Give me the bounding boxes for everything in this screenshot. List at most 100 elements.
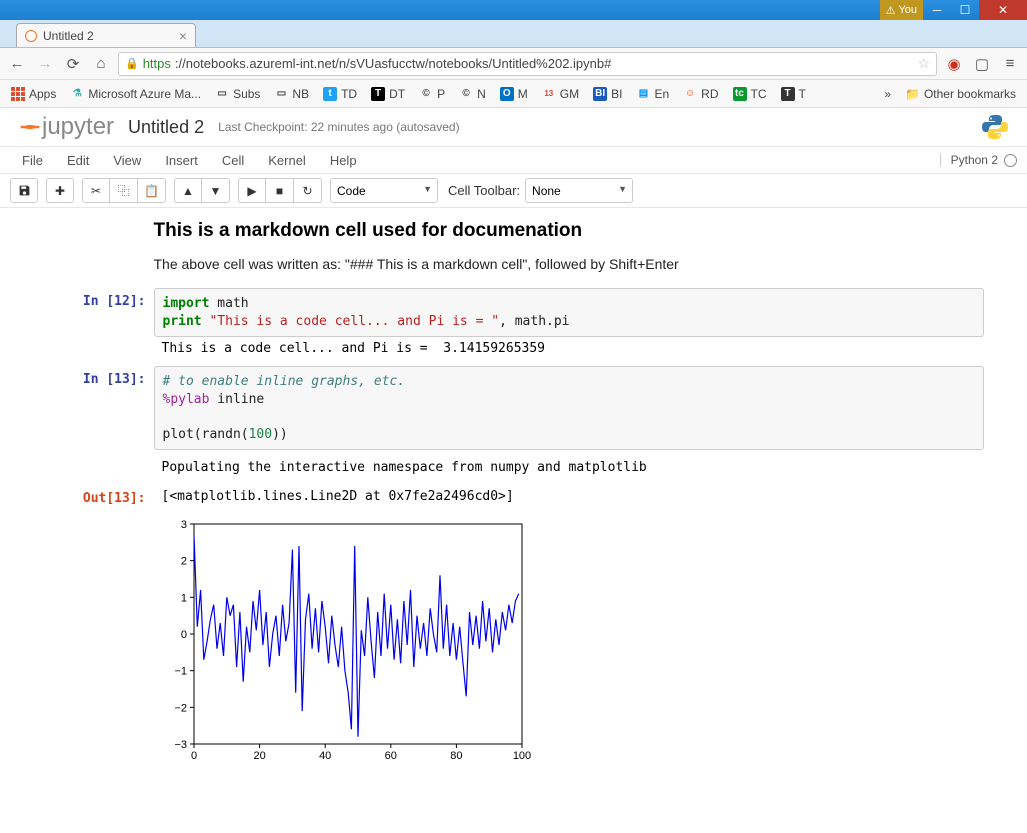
tc-icon: tc (733, 87, 747, 101)
bm-label: M (518, 87, 528, 101)
bookmark-item[interactable]: tTD (318, 84, 362, 104)
notebook-scroll-area[interactable]: This is a markdown cell used for documen… (0, 208, 1027, 833)
bookmark-item[interactable]: BIBI (588, 84, 627, 104)
twitter-icon: t (323, 87, 337, 101)
tab-close-button[interactable]: × (179, 28, 187, 44)
code-cell[interactable]: In [12]: import math print "This is a co… (44, 288, 984, 360)
warning-icon: ⚠ (886, 4, 896, 17)
bookmark-item[interactable]: ▭NB (269, 84, 314, 104)
cast-icon[interactable]: ▢ (971, 53, 993, 75)
bookmark-item[interactable]: TDT (366, 84, 410, 104)
bookmark-item[interactable]: ⚗Microsoft Azure Ma... (65, 84, 206, 104)
back-button[interactable]: ← (6, 53, 28, 75)
menu-cell[interactable]: Cell (210, 149, 256, 172)
reddit-icon: ☺ (683, 87, 697, 101)
window-minimize-button[interactable]: ─ (923, 0, 951, 20)
svg-text:−3: −3 (174, 739, 187, 751)
in-prompt: In [13]: (44, 366, 154, 450)
jupyter-favicon (25, 30, 37, 42)
checkpoint-text: Last Checkpoint: 22 minutes ago (autosav… (218, 120, 459, 134)
page-icon: ▭ (215, 87, 229, 101)
bm-label: BI (611, 87, 622, 101)
code-input[interactable]: # to enable inline graphs, etc. %pylab i… (154, 366, 984, 450)
browser-tab-strip: Untitled 2 × (0, 20, 1027, 48)
insert-cell-button[interactable]: ✚ (46, 178, 74, 203)
bookmark-overflow[interactable]: » (879, 84, 896, 104)
bookmark-item[interactable]: ▭Subs (210, 84, 265, 104)
apps-button[interactable]: Apps (6, 84, 61, 104)
home-button[interactable]: ⌂ (90, 53, 112, 75)
output-row: −3−2−10123020406080100 (44, 514, 984, 772)
move-up-button[interactable]: ▲ (174, 178, 202, 203)
bm-label: N (477, 87, 486, 101)
user-badge-label: You (898, 4, 917, 16)
code-text: inline (209, 392, 264, 407)
kw: print (163, 314, 202, 329)
reload-button[interactable]: ⟳ (62, 53, 84, 75)
prompt (44, 220, 154, 282)
window-maximize-button[interactable]: ☐ (951, 0, 979, 20)
bookmark-item[interactable]: 13GM (537, 84, 584, 104)
en-icon: ▤ (636, 87, 650, 101)
bookmark-star-icon[interactable]: ☆ (917, 55, 930, 72)
svg-text:1: 1 (180, 593, 186, 605)
adblock-icon[interactable]: ◉ (943, 53, 965, 75)
code-text: , math.pi (499, 314, 569, 329)
svg-text:−2: −2 (174, 703, 187, 715)
menu-view[interactable]: View (101, 149, 153, 172)
notebook-title[interactable]: Untitled 2 (128, 117, 204, 138)
cut-button[interactable]: ✂ (82, 178, 110, 203)
url-input[interactable]: 🔒 https://notebooks.azureml-int.net/n/sV… (118, 52, 937, 76)
bookmark-item[interactable]: tcTC (728, 84, 772, 104)
code-cell[interactable]: In [13]: # to enable inline graphs, etc.… (44, 366, 984, 450)
bookmark-bar: Apps ⚗Microsoft Azure Ma... ▭Subs ▭NB tT… (0, 80, 1027, 108)
bookmark-item[interactable]: OM (495, 84, 533, 104)
jupyter-logo-text: jupyter (42, 113, 114, 141)
kernel-name: Python 2 (951, 153, 998, 167)
copy-button[interactable]: ⿻ (110, 178, 138, 203)
menu-edit[interactable]: Edit (55, 149, 101, 172)
move-down-button[interactable]: ▼ (202, 178, 230, 203)
interrupt-button[interactable]: ■ (266, 178, 294, 203)
stdout-output: Populating the interactive namespace fro… (154, 456, 984, 479)
url-scheme: https (143, 56, 171, 71)
bookmark-item[interactable]: ©P (414, 84, 450, 104)
code-text: plot(randn( (163, 427, 249, 442)
cell-toolbar-label: Cell Toolbar: (448, 183, 520, 198)
svg-text:80: 80 (450, 750, 462, 762)
chrome-menu-button[interactable]: ≡ (999, 53, 1021, 75)
prompt (44, 456, 154, 479)
cell-toolbar-select[interactable]: None (525, 178, 633, 203)
bookmark-item[interactable]: ▤En (631, 84, 674, 104)
svg-text:20: 20 (253, 750, 265, 762)
overflow-icon: » (884, 87, 891, 101)
save-button[interactable] (10, 178, 38, 203)
restart-button[interactable]: ↻ (294, 178, 322, 203)
menu-file[interactable]: File (10, 149, 55, 172)
menu-kernel[interactable]: Kernel (256, 149, 318, 172)
run-button[interactable]: ▶ (238, 178, 266, 203)
chrome-user-badge[interactable]: ⚠You (880, 0, 923, 20)
code-input[interactable]: import math print "This is a code cell..… (154, 288, 984, 337)
line-chart: −3−2−10123020406080100 (154, 514, 534, 769)
bm-label: NB (292, 87, 309, 101)
markdown-cell[interactable]: This is a markdown cell used for documen… (44, 220, 984, 282)
bookmark-item[interactable]: ☺RD (678, 84, 723, 104)
window-titlebar: ⚠You ─ ☐ ✕ (0, 0, 1027, 20)
bookmark-item[interactable]: TT (776, 84, 811, 104)
menu-insert[interactable]: Insert (153, 149, 210, 172)
jupyter-logo[interactable]: jupyter (18, 113, 114, 141)
browser-tab[interactable]: Untitled 2 × (16, 23, 196, 47)
bm-label: Other bookmarks (924, 87, 1016, 101)
menu-help[interactable]: Help (318, 149, 369, 172)
cell-type-select[interactable]: Code (330, 178, 438, 203)
kernel-indicator[interactable]: Python 2 (940, 153, 1017, 167)
other-bookmarks-button[interactable]: 📁Other bookmarks (900, 84, 1021, 104)
window-close-button[interactable]: ✕ (979, 0, 1027, 20)
bookmark-item[interactable]: ©N (454, 84, 491, 104)
paste-button[interactable]: 📋 (138, 178, 166, 203)
output-row: Out[13]: [<matplotlib.lines.Line2D at 0x… (44, 485, 984, 508)
bm-label: DT (389, 87, 405, 101)
output-row: Populating the interactive namespace fro… (44, 456, 984, 479)
c-icon: © (459, 87, 473, 101)
